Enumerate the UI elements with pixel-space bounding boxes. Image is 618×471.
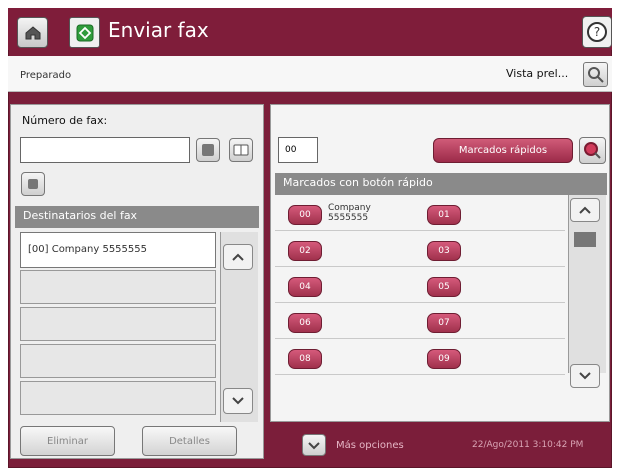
phonebook-button[interactable] [229, 138, 253, 162]
svg-text:?: ? [594, 25, 600, 39]
home-button[interactable] [17, 17, 48, 48]
speed-dial-05[interactable]: 05 [427, 277, 461, 297]
preview-label: Vista prel... [506, 67, 569, 80]
speed-scroll-down-button[interactable] [570, 364, 600, 388]
keypad-icon [202, 144, 214, 156]
speed-dial-08[interactable]: 08 [288, 349, 322, 369]
fax-number-label: Número de fax: [22, 114, 108, 127]
status-text: Preparado [20, 70, 72, 81]
help-icon: ? [587, 22, 607, 42]
chevron-down-icon [232, 397, 244, 405]
home-icon [25, 25, 40, 39]
page-title: Enviar fax [108, 18, 209, 42]
recipient-item: [00] Company 5555555 [28, 244, 147, 255]
scroll-down-button[interactable] [223, 388, 253, 414]
speed-dial-03[interactable]: 03 [427, 241, 461, 261]
chevron-down-icon [308, 442, 320, 450]
more-options-button[interactable] [302, 434, 326, 456]
preview-button[interactable] [583, 62, 608, 87]
magnifier-icon [588, 67, 604, 83]
speed-dial-01[interactable]: 01 [427, 205, 461, 225]
search-button[interactable] [579, 137, 606, 164]
chevron-up-icon [579, 206, 591, 214]
datetime-text: 22/Ago/2011 3:10:42 PM [472, 440, 584, 450]
pause-icon [28, 179, 38, 189]
speed-dial-07[interactable]: 07 [427, 313, 461, 333]
speed-dial-header: Marcados con botón rápido [275, 173, 607, 195]
book-icon [233, 144, 249, 156]
recipients-header: Destinatarios del fax [15, 206, 259, 228]
speed-dial-09[interactable]: 09 [427, 349, 461, 369]
speed-dial-00[interactable]: 00 [288, 205, 322, 225]
fax-icon [69, 17, 100, 48]
scroll-thumb[interactable] [574, 232, 596, 247]
more-options-label[interactable]: Más opciones [336, 440, 404, 451]
search-icon [584, 142, 601, 159]
speed-dial-contact-name: Company [328, 203, 371, 213]
recipient-empty-row[interactable] [20, 381, 216, 415]
speed-dial-04[interactable]: 04 [288, 277, 322, 297]
recipient-empty-row[interactable] [20, 344, 216, 378]
speed-dials-button[interactable]: Marcados rápidos [433, 138, 573, 163]
speed-scroll-up-button[interactable] [570, 198, 600, 222]
help-button[interactable]: ? [582, 16, 612, 48]
scroll-up-button[interactable] [223, 244, 253, 270]
pause-button[interactable] [21, 172, 45, 196]
recipient-empty-row[interactable] [20, 307, 216, 341]
speed-dial-input[interactable]: 00 [278, 137, 318, 163]
chevron-down-icon [579, 372, 591, 380]
speed-dial-06[interactable]: 06 [288, 313, 322, 333]
speed-dial-contact-number: 5555555 [328, 213, 369, 223]
chevron-up-icon [232, 253, 244, 261]
keypad-button[interactable] [196, 138, 220, 162]
speed-dial-name: Company 5555555 [328, 203, 371, 223]
recipient-empty-row[interactable] [20, 270, 216, 304]
speed-dial-02[interactable]: 02 [288, 241, 322, 261]
details-button[interactable]: Detalles [142, 426, 237, 456]
fax-number-input[interactable] [20, 137, 190, 163]
delete-button[interactable]: Eliminar [20, 426, 115, 456]
